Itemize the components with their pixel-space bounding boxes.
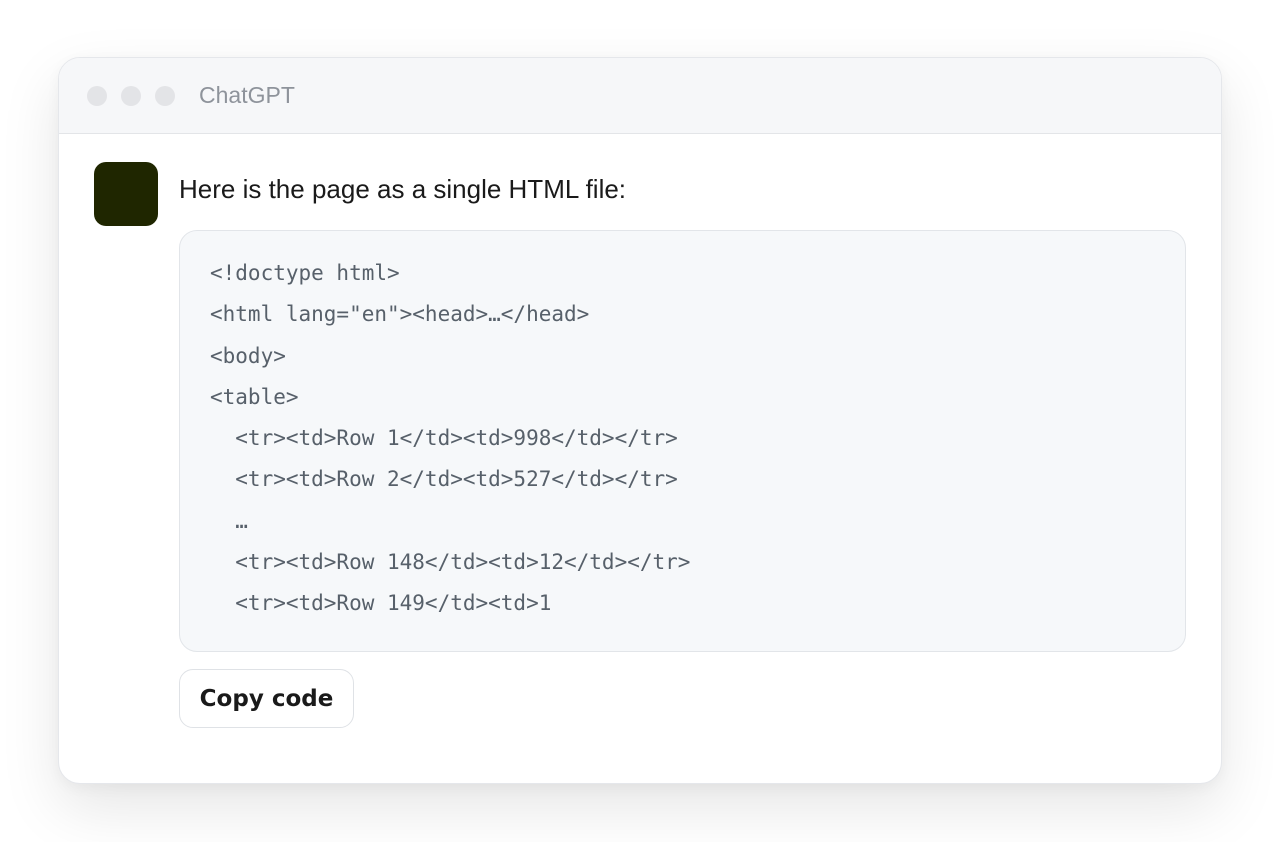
title-bar: ChatGPT (59, 58, 1221, 134)
code-line: <tr><td>Row 1</td><td>998</td></tr> (210, 426, 678, 451)
window-minimize-dot[interactable] (121, 85, 141, 106)
code-line: <tr><td>Row 149</td><td>1 (210, 591, 552, 616)
window-close-dot[interactable] (87, 85, 107, 106)
chat-window: ChatGPT Here is the page as a single HTM… (58, 57, 1222, 784)
code-line: <html lang="en"><head>…</head> (210, 302, 590, 327)
conversation-area: Here is the page as a single HTML file: … (59, 134, 1221, 783)
code-line: <body> (210, 343, 286, 368)
code-block: <!doctype html> <html lang="en"><head>…<… (179, 230, 1186, 652)
code-line: … (210, 508, 248, 533)
code-line: <tr><td>Row 2</td><td>527</td></tr> (210, 467, 678, 492)
assistant-message-text: Here is the page as a single HTML file: (179, 174, 627, 204)
window-title: ChatGPT (199, 82, 295, 108)
code-line: <tr><td>Row 148</td><td>12</td></tr> (210, 550, 691, 575)
assistant-avatar (94, 162, 158, 226)
code-line: <table> (210, 384, 299, 409)
copy-code-button[interactable]: Copy code (179, 669, 354, 728)
code-line: <!doctype html> (210, 261, 400, 285)
window-maximize-dot[interactable] (155, 85, 175, 106)
